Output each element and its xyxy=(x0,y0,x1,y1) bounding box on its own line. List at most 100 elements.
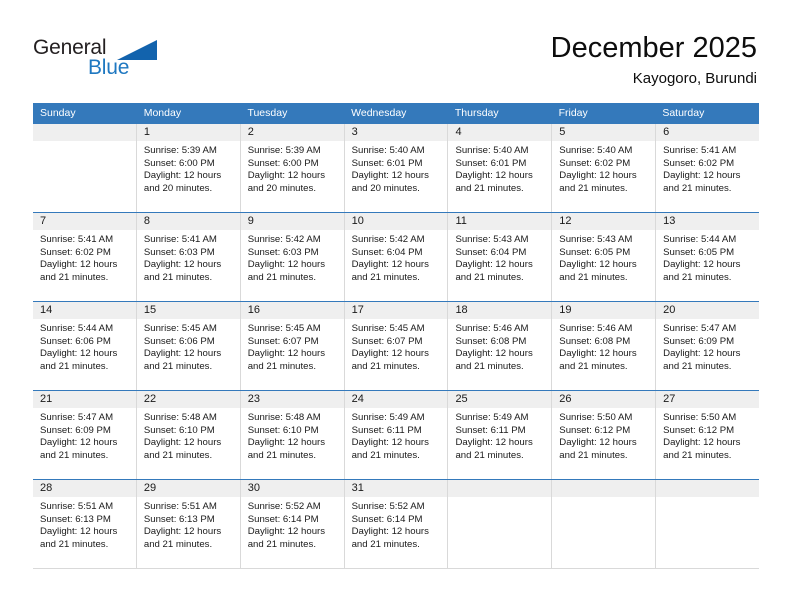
day-number xyxy=(552,480,656,497)
daylight-duration-line1: Daylight: 12 hours xyxy=(455,437,533,449)
general-blue-logo[interactable]: General Blue xyxy=(33,36,163,84)
sunset-time: Sunset: 6:06 PM xyxy=(143,335,215,347)
day-cell[interactable]: 7 Sunrise: 5:41 AM Sunset: 6:02 PM Daylight… xyxy=(33,213,137,301)
day-number: 10 xyxy=(344,213,448,230)
day-number: 7 xyxy=(33,213,136,230)
day-cell[interactable]: 12 Sunrise: 5:43 AM Sunset: 6:05 PM Dayligh… xyxy=(552,213,657,301)
daylight-duration-line2: and 21 minutes. xyxy=(455,360,524,372)
daylight-duration-line2: and 21 minutes. xyxy=(143,360,213,372)
day-cell[interactable]: 30 Sunrise: 5:52 AM Sunset: 6:14 PM Dayligh… xyxy=(240,480,345,568)
day-cell[interactable]: 6 Sunrise: 5:41 AM Sunset: 6:02 PM Daylight… xyxy=(656,124,760,212)
sunset-time: Sunset: 6:01 PM xyxy=(351,157,423,169)
day-number: 24 xyxy=(344,391,448,408)
day-details: Sunrise: 5:46 AM Sunset: 6:08 PM Daylight:… xyxy=(552,319,655,373)
day-cell[interactable]: 19 Sunrise: 5:46 AM Sunset: 6:08 PM Dayligh… xyxy=(552,302,657,390)
sunrise-time: Sunrise: 5:52 AM xyxy=(247,501,321,512)
daylight-duration-line1: Daylight: 12 hours xyxy=(559,259,637,271)
day-details: Sunrise: 5:50 AM Sunset: 6:12 PM Daylight:… xyxy=(656,408,759,462)
sunrise-time: Sunrise: 5:44 AM xyxy=(663,234,737,245)
day-details: Sunrise: 5:44 AM Sunset: 6:05 PM Daylight:… xyxy=(656,230,759,284)
daylight-duration-line2: and 21 minutes. xyxy=(559,360,628,372)
day-cell[interactable]: 18 Sunrise: 5:46 AM Sunset: 6:08 PM Dayligh… xyxy=(448,302,553,390)
day-number: 16 xyxy=(240,302,344,319)
day-cell[interactable]: 14 Sunrise: 5:44 AM Sunset: 6:06 PM Dayligh… xyxy=(33,302,137,390)
day-cell[interactable]: 26 Sunrise: 5:50 AM Sunset: 6:12 PM Dayligh… xyxy=(552,391,657,479)
day-cell[interactable]: 4 Sunrise: 5:40 AM Sunset: 6:01 PM Daylight… xyxy=(448,124,553,212)
sunrise-time: Sunrise: 5:50 AM xyxy=(559,412,633,423)
sunrise-time: Sunrise: 5:45 AM xyxy=(351,323,425,334)
day-cell[interactable]: 25 Sunrise: 5:49 AM Sunset: 6:11 PM Dayligh… xyxy=(448,391,553,479)
daylight-duration-line1: Daylight: 12 hours xyxy=(455,170,533,182)
day-cell[interactable]: 5 Sunrise: 5:40 AM Sunset: 6:02 PM Daylight… xyxy=(552,124,657,212)
sunset-time: Sunset: 6:07 PM xyxy=(247,335,319,347)
day-number: 27 xyxy=(656,391,760,408)
daylight-duration-line2: and 21 minutes. xyxy=(455,271,524,283)
day-details: Sunrise: 5:48 AM Sunset: 6:10 PM Daylight:… xyxy=(241,408,344,462)
sunset-time: Sunset: 6:11 PM xyxy=(351,424,422,436)
day-number: 4 xyxy=(448,124,552,141)
day-cell[interactable]: 31 Sunrise: 5:52 AM Sunset: 6:14 PM Dayligh… xyxy=(344,480,449,568)
day-cell[interactable]: 28 Sunrise: 5:51 AM Sunset: 6:13 PM Dayligh… xyxy=(33,480,137,568)
daylight-duration-line1: Daylight: 12 hours xyxy=(455,348,533,360)
day-details: Sunrise: 5:50 AM Sunset: 6:12 PM Daylight:… xyxy=(552,408,655,462)
calendar-page: General Blue December 2025 Kayogoro, Bur… xyxy=(0,0,792,612)
sunset-time: Sunset: 6:08 PM xyxy=(455,335,527,347)
sunrise-time: Sunrise: 5:48 AM xyxy=(143,412,217,423)
daylight-duration-line2: and 21 minutes. xyxy=(455,449,524,461)
day-number: 17 xyxy=(344,302,448,319)
sunset-time: Sunset: 6:10 PM xyxy=(247,424,319,436)
day-cell[interactable]: 2 Sunrise: 5:39 AM Sunset: 6:00 PM Daylight… xyxy=(240,124,345,212)
day-cell[interactable]: 20 Sunrise: 5:47 AM Sunset: 6:09 PM Dayligh… xyxy=(656,302,760,390)
day-cell[interactable]: 9 Sunrise: 5:42 AM Sunset: 6:03 PM Daylight… xyxy=(240,213,345,301)
day-cell[interactable]: 15 Sunrise: 5:45 AM Sunset: 6:06 PM Dayligh… xyxy=(136,302,241,390)
day-cell[interactable]: 17 Sunrise: 5:45 AM Sunset: 6:07 PM Dayligh… xyxy=(344,302,449,390)
day-number: 31 xyxy=(344,480,448,497)
day-number: 15 xyxy=(136,302,240,319)
day-cell[interactable]: 1 Sunrise: 5:39 AM Sunset: 6:00 PM Daylight… xyxy=(136,124,241,212)
day-cell-empty xyxy=(33,124,137,212)
sunrise-time: Sunrise: 5:41 AM xyxy=(40,234,114,245)
day-cell[interactable]: 27 Sunrise: 5:50 AM Sunset: 6:12 PM Dayligh… xyxy=(656,391,760,479)
daylight-duration-line1: Daylight: 12 hours xyxy=(455,259,533,271)
daylight-duration-line2: and 21 minutes. xyxy=(663,182,732,194)
daylight-duration-line2: and 20 minutes. xyxy=(351,182,420,194)
daylight-duration-line2: and 21 minutes. xyxy=(663,360,732,372)
daylight-duration-line1: Daylight: 12 hours xyxy=(40,259,118,271)
day-details: Sunrise: 5:48 AM Sunset: 6:10 PM Daylight:… xyxy=(137,408,240,462)
daylight-duration-line1: Daylight: 12 hours xyxy=(351,526,429,538)
daylight-duration-line2: and 21 minutes. xyxy=(351,360,420,372)
day-cell[interactable]: 29 Sunrise: 5:51 AM Sunset: 6:13 PM Dayligh… xyxy=(136,480,241,568)
day-number: 9 xyxy=(240,213,344,230)
day-cell[interactable]: 22 Sunrise: 5:48 AM Sunset: 6:10 PM Dayligh… xyxy=(136,391,241,479)
sunset-time: Sunset: 6:12 PM xyxy=(559,424,631,436)
day-cell[interactable]: 23 Sunrise: 5:48 AM Sunset: 6:10 PM Dayligh… xyxy=(240,391,345,479)
day-number: 3 xyxy=(344,124,448,141)
daylight-duration-line2: and 21 minutes. xyxy=(663,449,732,461)
day-number: 6 xyxy=(656,124,760,141)
day-cell[interactable]: 16 Sunrise: 5:45 AM Sunset: 6:07 PM Dayligh… xyxy=(240,302,345,390)
sunrise-time: Sunrise: 5:46 AM xyxy=(559,323,633,334)
sunset-time: Sunset: 6:05 PM xyxy=(663,246,735,258)
daylight-duration-line1: Daylight: 12 hours xyxy=(247,437,326,449)
sunset-time: Sunset: 6:13 PM xyxy=(143,513,215,525)
daylight-duration-line2: and 21 minutes. xyxy=(351,449,420,461)
day-cell[interactable]: 8 Sunrise: 5:41 AM Sunset: 6:03 PM Daylight… xyxy=(136,213,241,301)
day-details: Sunrise: 5:46 AM Sunset: 6:08 PM Daylight:… xyxy=(448,319,551,373)
sunrise-time: Sunrise: 5:40 AM xyxy=(351,145,425,156)
day-cell-empty xyxy=(552,480,657,568)
day-cell[interactable]: 24 Sunrise: 5:49 AM Sunset: 6:11 PM Dayligh… xyxy=(344,391,449,479)
day-cell[interactable]: 3 Sunrise: 5:40 AM Sunset: 6:01 PM Daylight… xyxy=(344,124,449,212)
day-cell[interactable]: 10 Sunrise: 5:42 AM Sunset: 6:04 PM Dayligh… xyxy=(344,213,449,301)
calendar-bottom-border xyxy=(33,568,759,569)
sunrise-time: Sunrise: 5:40 AM xyxy=(559,145,633,156)
sunset-time: Sunset: 6:03 PM xyxy=(143,246,215,258)
day-details: Sunrise: 5:45 AM Sunset: 6:06 PM Daylight:… xyxy=(137,319,240,373)
day-cell[interactable]: 13 Sunrise: 5:44 AM Sunset: 6:05 PM Dayligh… xyxy=(656,213,760,301)
daylight-duration-line2: and 21 minutes. xyxy=(40,271,109,283)
day-cell[interactable]: 11 Sunrise: 5:43 AM Sunset: 6:04 PM Dayligh… xyxy=(448,213,553,301)
day-details: Sunrise: 5:40 AM Sunset: 6:01 PM Daylight:… xyxy=(345,141,448,195)
day-number: 22 xyxy=(136,391,240,408)
day-cell[interactable]: 21 Sunrise: 5:47 AM Sunset: 6:09 PM Dayligh… xyxy=(33,391,137,479)
day-number: 30 xyxy=(240,480,344,497)
daylight-duration-line1: Daylight: 12 hours xyxy=(351,170,429,182)
